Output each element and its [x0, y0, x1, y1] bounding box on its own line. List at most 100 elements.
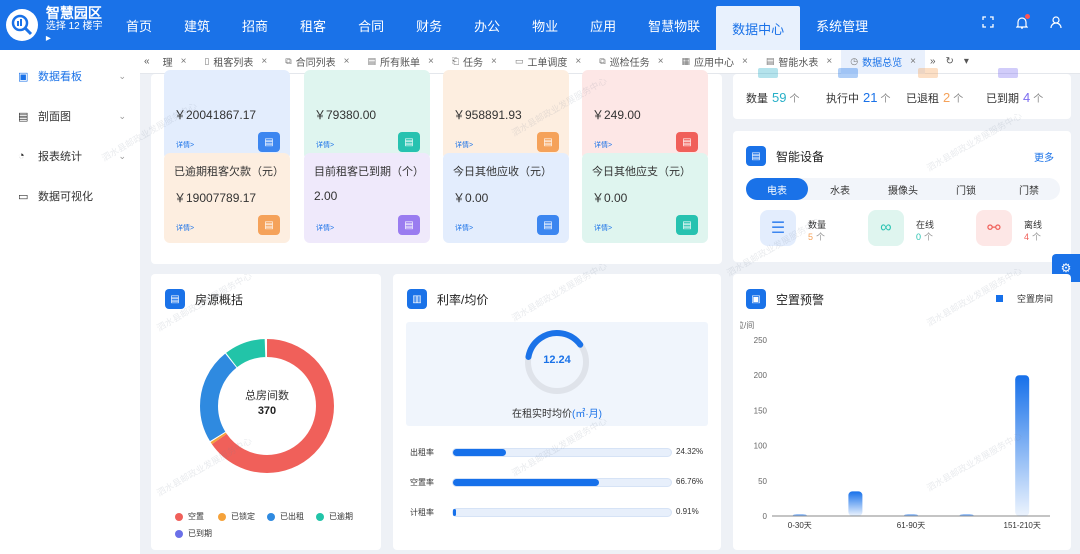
tab-label: 任务	[463, 58, 484, 69]
fullscreen-icon[interactable]	[982, 16, 994, 32]
stat-card-detail-link[interactable]: 详情>	[316, 223, 334, 233]
stat-card-5: 目前租客已到期（个） 2.00 详情> ▤	[304, 153, 430, 243]
bar-61-90天	[904, 514, 918, 516]
close-icon[interactable]: ×	[658, 56, 664, 67]
nav-item-10[interactable]: 数据中心	[716, 6, 801, 50]
tab-icon: ⧉	[599, 56, 606, 66]
x-tick-label: 0-30天	[788, 521, 812, 530]
housing-title: ▤ 房源概括	[165, 289, 243, 309]
sidebar-item-0[interactable]: ▣ 数据看板 ⌄	[0, 56, 140, 96]
vacancy-bar-chart: 单位/间 0 50 100 150 200 250 0-30天 61-90天 151-210天	[740, 320, 1050, 530]
tab-label: 巡检任务	[609, 58, 650, 69]
close-icon[interactable]: ×	[344, 56, 350, 67]
tab-icon: ⧉	[285, 56, 292, 66]
tab-label: 所有账单	[380, 58, 420, 69]
y-tick-label: 200	[754, 371, 768, 380]
rate-bar-value: 24.32%	[676, 447, 704, 456]
sidebar-item-2[interactable]: ◔ 报表统计 ⌄	[0, 136, 140, 176]
device-tab-1[interactable]: 水表	[809, 178, 871, 200]
close-icon[interactable]: ×	[428, 56, 434, 67]
stat-card-value: ￥0.00	[592, 191, 628, 205]
stat-card-value: ￥958891.93	[453, 108, 522, 122]
sidebar-item-icon: ▤	[18, 110, 29, 123]
contract-stat-0: 数量 59 个	[746, 68, 800, 106]
y-tick-label: 0	[763, 512, 768, 521]
sidebar-item-3[interactable]: ▭ 数据可视化	[0, 176, 140, 216]
nav-item-11[interactable]: 系统管理	[800, 0, 884, 50]
nav-item-7[interactable]: 物业	[516, 0, 574, 50]
stat-card-value: 2.00	[314, 189, 338, 203]
nav-item-5[interactable]: 财务	[400, 0, 458, 50]
tab-label: 智能水表	[778, 58, 819, 69]
stat-card-title: 已逾期租客欠款（元）	[174, 166, 284, 178]
close-icon[interactable]: ×	[826, 56, 832, 67]
device-tab-0[interactable]: 电表	[746, 178, 808, 200]
donut-center-label: 总房间数	[245, 390, 289, 402]
tab-label: 工单调度	[527, 58, 568, 69]
y-tick-label: 50	[758, 477, 767, 486]
y-tick-label: 100	[754, 442, 768, 451]
close-icon[interactable]: ×	[181, 56, 187, 67]
nav-item-9[interactable]: 智慧物联	[632, 0, 716, 50]
stat-card-title: 今日其他应支（元）	[592, 166, 691, 178]
chart-legend: 空置房间	[996, 292, 1053, 305]
legend-label: 已逾期	[329, 512, 353, 521]
contract-stat-unit: 个	[789, 94, 800, 105]
tab-label: 数据总览	[862, 58, 903, 69]
logo[interactable]: 智慧园区 选择 12 楼宇 ▸	[0, 0, 110, 50]
nav-item-4[interactable]: 合同	[342, 0, 400, 50]
device-tab-3[interactable]: 门锁	[935, 178, 997, 200]
nav-item-0[interactable]: 首页	[110, 0, 168, 50]
building-select[interactable]: 选择 12 楼宇 ▸	[46, 21, 110, 45]
bar-151-210天	[1015, 375, 1030, 516]
close-icon[interactable]: ×	[910, 56, 916, 67]
document-icon: ▤	[676, 215, 698, 235]
stat-card-4: 已逾期租客欠款（元） ￥19007789.17 详情> ▤	[164, 153, 290, 243]
tab-icon: ▤	[367, 56, 376, 66]
sidebar-item-1[interactable]: ▤ 剖面图 ⌄	[0, 96, 140, 136]
device-tab-2[interactable]: 摄像头	[872, 178, 934, 200]
nav-item-3[interactable]: 租客	[284, 0, 342, 50]
top-navbar: 智慧园区 选择 12 楼宇 ▸ 首页 建筑 招商 租客 合同 财务 办公 物业 应用 智慧物联 数据…	[0, 0, 1080, 50]
contract-stat-value: 21	[863, 90, 878, 105]
stat-card-detail-link[interactable]: 详情>	[455, 223, 473, 233]
stat-card-detail-link[interactable]: 详情>	[176, 223, 194, 233]
refresh-icon[interactable]: ↻	[941, 50, 959, 74]
chevron-down-icon: ⌄	[118, 70, 126, 81]
device-tab-4[interactable]: 门禁	[998, 178, 1060, 200]
close-icon[interactable]: ×	[491, 56, 497, 67]
nav-item-8[interactable]: 应用	[574, 0, 632, 50]
sidebar-item-icon: ▣	[18, 70, 29, 83]
stat-card-detail-link[interactable]: 详情>	[176, 140, 194, 150]
progress-fill	[453, 479, 599, 486]
stat-card-detail-link[interactable]: 详情>	[594, 223, 612, 233]
nav-item-6[interactable]: 办公	[458, 0, 516, 50]
stat-card-detail-link[interactable]: 详情>	[455, 140, 473, 150]
stat-card-1: ￥79380.00 详情> ▤	[304, 70, 430, 160]
close-icon[interactable]: ×	[742, 56, 748, 67]
contract-stat-value: 2	[943, 90, 951, 105]
bell-icon[interactable]	[1015, 14, 1030, 32]
nav-item-2[interactable]: 招商	[226, 0, 284, 50]
close-icon[interactable]: ×	[261, 56, 267, 67]
rate-bar-row-0: 出租率 24.32%	[410, 446, 710, 458]
contract-stat-value: 59	[772, 90, 787, 105]
bar-0-30天	[792, 514, 807, 516]
tab-menu-icon[interactable]: ▾	[959, 50, 974, 74]
y-tick-label: 250	[754, 336, 768, 345]
nav-item-1[interactable]: 建筑	[168, 0, 226, 50]
chevron-down-icon: ⌄	[118, 150, 126, 161]
gauge-caption: 在租实时均价(㎡·月)	[512, 409, 602, 420]
tab-label: 合同列表	[295, 58, 336, 69]
user-icon[interactable]	[1050, 16, 1062, 32]
legend-dot	[267, 512, 275, 521]
stat-card-3: ￥249.00 详情> ▤	[582, 70, 708, 160]
devices-more-link[interactable]: 更多	[1034, 149, 1054, 164]
tab-scroll-left-icon[interactable]: «	[140, 50, 154, 74]
vacancy-title: ▣ 空置预警	[746, 289, 824, 309]
close-icon[interactable]: ×	[575, 56, 581, 67]
tab-icon: ▯	[204, 56, 210, 66]
stat-card-detail-link[interactable]: 详情>	[316, 140, 334, 150]
chevron-down-icon: ⌄	[118, 110, 126, 121]
stat-card-detail-link[interactable]: 详情>	[594, 140, 612, 150]
